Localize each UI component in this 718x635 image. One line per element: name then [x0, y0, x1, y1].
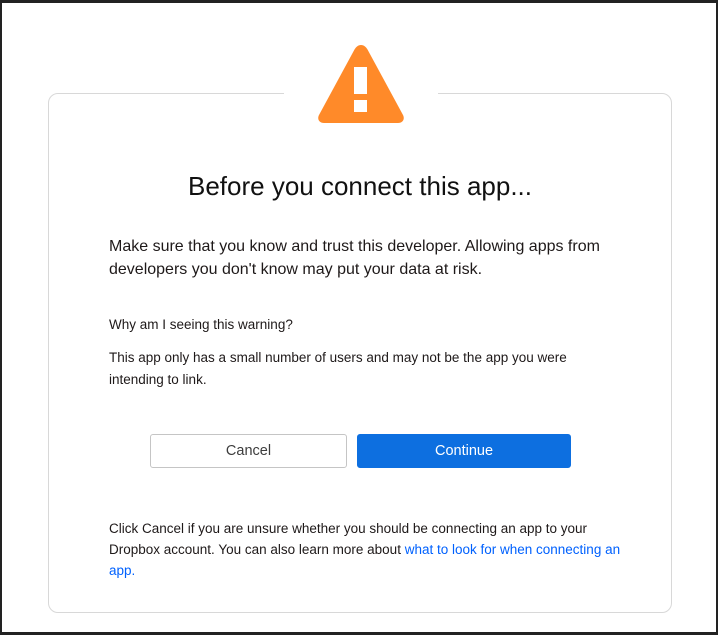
- warning-icon-container: [284, 41, 438, 127]
- dialog-title: Before you connect this app...: [188, 171, 532, 201]
- warning-triangle-icon: [318, 45, 404, 123]
- cancel-button[interactable]: Cancel: [150, 434, 347, 468]
- why-warning-explanation: This app only has a small number of user…: [109, 350, 567, 387]
- intro-text: Make sure that you know and trust this d…: [109, 238, 600, 278]
- footer-text: Click Cancel if you are unsure whether y…: [109, 518, 629, 581]
- continue-button[interactable]: Continue: [357, 434, 571, 468]
- window-frame: Before you connect this app... Make sure…: [0, 0, 718, 635]
- why-warning-heading: Why am I seeing this warning?: [109, 317, 293, 332]
